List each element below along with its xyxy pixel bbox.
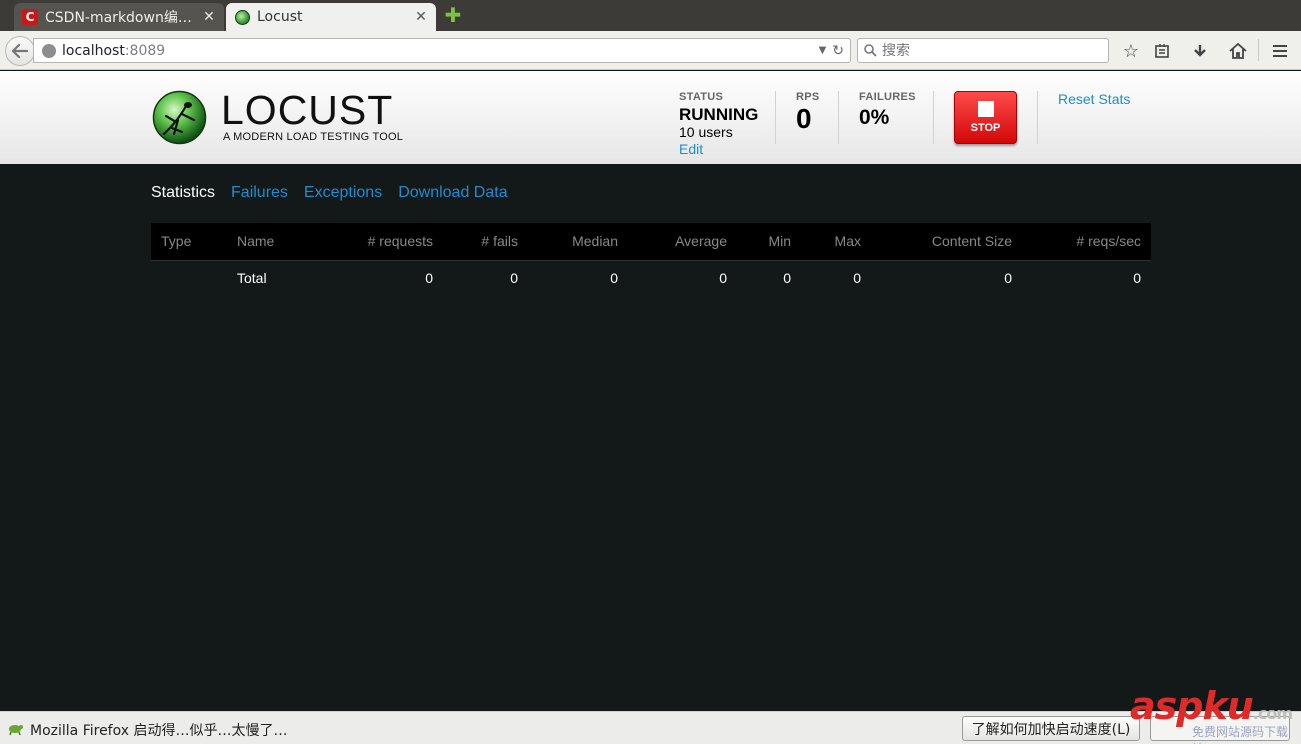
csdn-logo-icon: C (22, 9, 38, 25)
dropdown-arrow-icon[interactable]: ▼ (819, 45, 827, 56)
header-divider (838, 91, 839, 144)
status-box: STATUS RUNNING 10 users Edit (679, 91, 775, 158)
browser-tab-csdn[interactable]: C CSDN-markdown编… ✕ (14, 3, 224, 31)
close-icon[interactable]: ✕ (198, 9, 220, 25)
download-arrow-icon[interactable] (1189, 40, 1211, 62)
browser-tab-locust[interactable]: Locust ✕ (226, 3, 436, 31)
stop-button[interactable]: STOP (954, 91, 1017, 144)
col-header-max[interactable]: Max (801, 223, 871, 260)
col-header-fails[interactable]: # fails (443, 223, 528, 260)
reload-icon[interactable]: ↻ (832, 43, 844, 59)
browser-nav-bar: localhost:8089 ▼ ↻ ☆ (0, 31, 1301, 70)
cell-requests: 0 (337, 259, 443, 296)
table-header-row: Type Name # requests # fails Median Aver… (151, 223, 1151, 260)
tab-title: Locust (257, 9, 303, 25)
url-bar[interactable]: localhost:8089 ▼ ↻ (33, 38, 851, 63)
header-divider (1037, 91, 1038, 144)
reset-stats-link[interactable]: Reset Stats (1058, 91, 1130, 107)
back-arrow-icon (12, 44, 28, 58)
col-header-reqs-per-sec[interactable]: # reqs/sec (1022, 223, 1151, 260)
locust-logo-icon (152, 90, 207, 145)
cell-max: 0 (801, 259, 871, 296)
locust-header: LOCUST A MODERN LOAD TESTING TOOL STATUS… (0, 71, 1301, 164)
tab-statistics[interactable]: Statistics (151, 184, 215, 202)
back-button[interactable] (5, 36, 35, 66)
url-host: localhost (62, 42, 125, 59)
col-header-average[interactable]: Average (628, 223, 737, 260)
cell-fails: 0 (443, 259, 528, 296)
reader-list-icon[interactable] (1151, 40, 1173, 62)
tab-exceptions[interactable]: Exceptions (304, 184, 382, 202)
edit-users-link[interactable]: Edit (679, 141, 775, 158)
cell-name: Total (227, 259, 337, 296)
col-header-median[interactable]: Median (528, 223, 628, 260)
status-label: STATUS (679, 91, 724, 103)
notification-message: Mozilla Firefox 启动得…似乎…太慢了… (30, 723, 288, 739)
learn-speedup-button[interactable]: 了解如何加快启动速度(L) (962, 716, 1140, 741)
watermark-tagline: 免费网站源码下载站! (1192, 725, 1289, 744)
csdn-logo-letter: C (22, 9, 38, 25)
home-icon[interactable] (1227, 40, 1249, 62)
status-value: RUNNING (679, 105, 759, 124)
col-header-requests[interactable]: # requests (337, 223, 443, 260)
toolbar-separator (1258, 39, 1259, 61)
turtle-icon (9, 725, 23, 736)
statistics-table: Type Name # requests # fails Median Aver… (151, 223, 1151, 296)
browser-tab-strip: C CSDN-markdown编… ✕ Locust ✕ ✚ (0, 0, 1301, 31)
browser-notification-bar: Mozilla Firefox 启动得…似乎…太慢了… 了解如何加快启动速度(L… (0, 711, 1301, 744)
locust-favicon-icon (234, 9, 250, 25)
search-input[interactable] (882, 42, 1082, 59)
tab-failures[interactable]: Failures (231, 184, 288, 202)
cell-type (151, 259, 227, 296)
logo-wordmark: LOCUST (221, 87, 394, 133)
watermark-logo: aspku.com (1130, 684, 1293, 728)
stop-label: STOP (970, 122, 1001, 134)
tab-download-data[interactable]: Download Data (398, 184, 507, 202)
watermark-brand: aspku (1130, 684, 1254, 728)
new-tab-plus-icon[interactable]: ✚ (444, 5, 462, 25)
failures-label: FAILURES (859, 91, 916, 103)
cell-content-size: 0 (871, 259, 1022, 296)
col-header-name[interactable]: Name (227, 223, 337, 260)
user-count: 10 users (679, 124, 733, 140)
table-row-total: Total 0 0 0 0 0 0 0 0 (151, 259, 1151, 296)
tab-title: CSDN-markdown编… (45, 10, 192, 26)
close-icon[interactable]: ✕ (410, 9, 432, 25)
search-bar[interactable] (857, 38, 1109, 63)
cell-average: 0 (628, 259, 737, 296)
hamburger-menu-icon[interactable] (1269, 40, 1291, 62)
failures-box: FAILURES 0% (859, 91, 931, 131)
col-header-min[interactable]: Min (737, 223, 801, 260)
globe-icon (42, 43, 56, 58)
logo-tagline: A MODERN LOAD TESTING TOOL (223, 131, 404, 143)
failures-value: 0% (859, 106, 890, 129)
cell-reqs-per-sec: 0 (1022, 259, 1151, 296)
bookmark-star-icon[interactable]: ☆ (1120, 40, 1142, 62)
url-port: :8089 (124, 42, 166, 59)
cell-min: 0 (737, 259, 801, 296)
stop-square-icon (977, 101, 994, 117)
col-header-type[interactable]: Type (151, 223, 227, 260)
search-icon (864, 44, 877, 57)
col-header-content-size[interactable]: Content Size (871, 223, 1022, 260)
header-divider (775, 91, 776, 144)
watermark-suffix: .com (1252, 704, 1293, 723)
cell-median: 0 (528, 259, 628, 296)
main-tab-nav: Statistics Failures Exceptions Download … (151, 184, 508, 202)
header-divider (933, 91, 934, 144)
